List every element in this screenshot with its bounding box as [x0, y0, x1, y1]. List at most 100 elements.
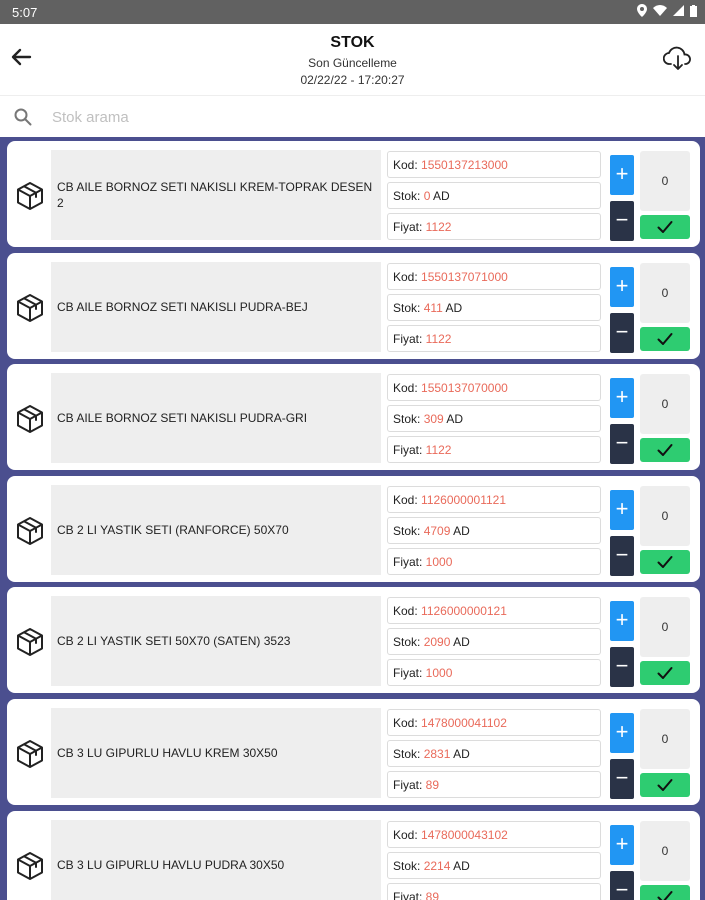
decrement-button[interactable]: −: [610, 647, 634, 688]
stok-label: Stok:: [393, 635, 424, 650]
fiyat-value: 1122: [425, 331, 452, 346]
increment-button[interactable]: +: [610, 266, 634, 307]
package-icon: [17, 182, 43, 210]
fiyat-value: 1000: [425, 554, 453, 569]
kod-value: 1550137213000: [421, 158, 508, 172]
wifi-icon: [653, 5, 667, 16]
stok-field: Stok: 4709 AD: [387, 516, 601, 544]
package-icon: [17, 628, 43, 657]
search-bar: [0, 95, 705, 137]
product-name: CB AILE BORNOZ SETI NAKISLI PUDRA-BEJ: [51, 261, 381, 352]
product-list[interactable]: CB AILE BORNOZ SETI NAKISLI KREM-TOPRAK …: [0, 137, 705, 900]
fiyat-field: Fiyat: 1122: [387, 213, 601, 240]
quantity-input[interactable]: 0: [640, 820, 690, 881]
kod-label: Kod:: [393, 604, 422, 619]
product-name-text: CB 2 LI YASTIK SETI (RANFORCE) 50X70: [57, 522, 289, 537]
checkmark-icon: [657, 779, 673, 791]
quantity-input[interactable]: 0: [640, 485, 690, 546]
fiyat-label: Fiyat:: [393, 666, 426, 681]
kod-field: Kod: 1550137071000: [387, 262, 601, 290]
stok-label: Stok:: [393, 858, 424, 873]
quantity-value: 0: [661, 508, 669, 523]
product-name: CB 2 LI YASTIK SETI (RANFORCE) 50X70: [51, 484, 381, 575]
fiyat-field: Fiyat: 89: [387, 771, 601, 798]
product-name: CB AILE BORNOZ SETI NAKISLI KREM-TOPRAK …: [51, 150, 381, 240]
last-update-label: Son Güncelleme: [308, 56, 397, 70]
product-name: CB 3 LU GIPURLU HAVLU PUDRA 30X50: [51, 819, 381, 900]
kod-field: Kod: 1550137070000: [387, 374, 601, 402]
decrement-button[interactable]: −: [610, 312, 634, 353]
confirm-button[interactable]: [640, 773, 690, 797]
app-bar: STOK Son Güncelleme 02/22/22 - 17:20:27: [0, 24, 705, 92]
stok-value: 2090: [423, 635, 451, 650]
increment-button[interactable]: +: [610, 489, 634, 530]
product-name: CB AILE BORNOZ SETI NAKISLI PUDRA-GRI: [51, 373, 381, 464]
stok-field: Stok: 0 AD: [387, 182, 601, 209]
quantity-input[interactable]: 0: [640, 374, 690, 435]
increment-button[interactable]: +: [610, 824, 634, 865]
stok-label: Stok:: [393, 747, 424, 761]
stok-value: 2214: [423, 858, 451, 873]
fiyat-label: Fiyat:: [393, 889, 426, 900]
last-update-timestamp: 02/22/22 - 17:20:27: [300, 73, 405, 87]
increment-button[interactable]: +: [610, 155, 634, 195]
kod-label: Kod:: [393, 381, 422, 396]
quantity-input[interactable]: 0: [640, 597, 690, 658]
search-input[interactable]: [52, 104, 652, 130]
cloud-download-icon[interactable]: [663, 44, 693, 72]
product-name-text: CB AILE BORNOZ SETI NAKISLI KREM-TOPRAK …: [57, 180, 373, 210]
kod-label: Kod:: [393, 492, 422, 507]
quantity-value: 0: [661, 285, 669, 300]
search-icon: [14, 108, 32, 126]
kod-label: Kod:: [393, 716, 422, 730]
product-card: CB AILE BORNOZ SETI NAKISLI PUDRA-BEJ Ko…: [7, 252, 700, 359]
confirm-button[interactable]: [640, 549, 690, 574]
product-name-text: CB AILE BORNOZ SETI NAKISLI PUDRA-GRI: [57, 411, 308, 426]
kod-value: 1126000000121: [421, 604, 507, 619]
page-title: STOK: [330, 34, 375, 51]
package-icon: [17, 293, 43, 322]
decrement-button[interactable]: −: [610, 870, 634, 900]
product-name-text: CB 3 LU GIPURLU HAVLU PUDRA 30X50: [57, 857, 285, 872]
fiyat-value: 1122: [425, 220, 452, 234]
quantity-value: 0: [661, 174, 669, 188]
product-name-text: CB 2 LI YASTIK SETI 50X70 (SATEN) 3523: [57, 634, 291, 649]
package-icon: [17, 851, 43, 880]
stok-unit: AD: [450, 858, 470, 873]
quantity-value: 0: [661, 397, 669, 412]
stok-value: 2831: [423, 747, 451, 761]
quantity-input[interactable]: 0: [640, 262, 690, 323]
stok-value: 4709: [423, 523, 451, 538]
stok-unit: AD: [430, 189, 450, 203]
confirm-button[interactable]: [640, 438, 690, 463]
confirm-button[interactable]: [640, 884, 690, 900]
increment-button[interactable]: +: [610, 713, 634, 753]
decrement-button[interactable]: −: [610, 535, 634, 576]
confirm-button[interactable]: [640, 661, 690, 686]
fiyat-field: Fiyat: 1000: [387, 547, 601, 575]
fiyat-value: 89: [425, 778, 440, 792]
product-card: CB AILE BORNOZ SETI NAKISLI KREM-TOPRAK …: [7, 141, 700, 247]
product-name: CB 3 LU GIPURLU HAVLU KREM 30X50: [51, 708, 381, 798]
decrement-button[interactable]: −: [610, 424, 634, 465]
stok-label: Stok:: [393, 523, 424, 538]
fiyat-field: Fiyat: 1000: [387, 659, 601, 687]
location-icon: [637, 4, 647, 17]
quantity-input[interactable]: 0: [640, 151, 690, 211]
battery-icon: [690, 4, 697, 17]
confirm-button[interactable]: [640, 215, 690, 239]
fiyat-label: Fiyat:: [393, 778, 426, 792]
product-card: CB 3 LU GIPURLU HAVLU KREM 30X50 Kod: 14…: [7, 699, 700, 805]
stok-field: Stok: 2090 AD: [387, 628, 601, 656]
confirm-button[interactable]: [640, 326, 690, 351]
quantity-input[interactable]: 0: [640, 709, 690, 769]
stok-label: Stok:: [393, 300, 424, 315]
fiyat-field: Fiyat: 1122: [387, 324, 601, 352]
decrement-button[interactable]: −: [610, 759, 634, 799]
increment-button[interactable]: +: [610, 378, 634, 419]
kod-value: 1478000041102: [421, 716, 507, 730]
decrement-button[interactable]: −: [610, 201, 634, 241]
quantity-value: 0: [661, 620, 669, 635]
package-icon: [17, 405, 43, 434]
increment-button[interactable]: +: [610, 601, 634, 642]
